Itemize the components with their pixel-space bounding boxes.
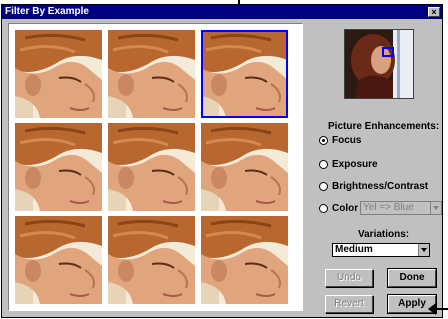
variation-tile[interactable] — [201, 30, 288, 118]
close-button[interactable]: × — [428, 7, 440, 17]
variation-tile[interactable] — [108, 216, 195, 304]
undo-button[interactable]: Undo — [325, 269, 373, 287]
pointer-arrow-apply — [428, 303, 448, 315]
preview-thumbnail — [344, 29, 414, 99]
focus-label[interactable]: Focus — [332, 135, 361, 146]
brightness-contrast-radio[interactable] — [319, 182, 328, 191]
chevron-down-icon — [418, 244, 429, 256]
color-select-value: Yel => Blue — [363, 202, 414, 213]
variation-tile[interactable] — [108, 123, 195, 211]
enhancements-heading: Picture Enhancements: — [328, 121, 440, 132]
variation-tile[interactable] — [201, 123, 288, 211]
variations-select-value: Medium — [335, 244, 373, 255]
color-select[interactable]: Yel => Blue — [360, 201, 442, 215]
variations-select[interactable]: Medium — [332, 243, 430, 257]
exposure-label[interactable]: Exposure — [332, 159, 378, 170]
variation-tile[interactable] — [108, 30, 195, 118]
variation-grid — [8, 23, 303, 311]
variation-tile[interactable] — [15, 30, 102, 118]
variation-tile[interactable] — [15, 216, 102, 304]
color-label[interactable]: Color — [332, 203, 358, 214]
chevron-down-icon — [430, 202, 441, 214]
revert-button[interactable]: Revert — [325, 295, 373, 313]
variation-tile[interactable] — [15, 123, 102, 211]
window-title: Filter By Example — [5, 6, 89, 17]
brightness-contrast-label[interactable]: Brightness/Contrast — [332, 181, 428, 192]
filter-by-example-dialog: Filter By Example × Picture Enhancements… — [1, 4, 443, 318]
variation-tile[interactable] — [201, 216, 288, 304]
title-bar: Filter By Example × — [2, 5, 442, 19]
focus-radio[interactable] — [319, 136, 328, 145]
done-button[interactable]: Done — [387, 268, 437, 288]
exposure-radio[interactable] — [319, 160, 328, 169]
color-radio[interactable] — [319, 204, 328, 213]
variations-label: Variations: — [358, 229, 410, 240]
